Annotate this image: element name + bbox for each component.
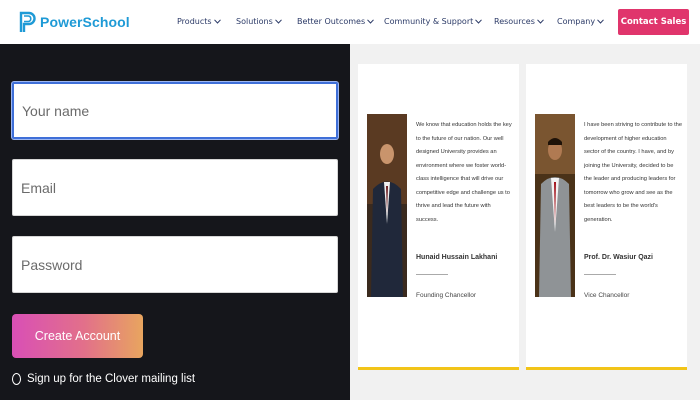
name-input[interactable]	[12, 82, 338, 139]
nav-item-label: Resources	[494, 17, 535, 26]
testimonial-card: I have been striving to contribute to th…	[526, 64, 687, 370]
chevron-down-icon	[367, 19, 374, 24]
person-photo	[367, 114, 407, 297]
nav-item-solutions[interactable]: Solutions	[236, 17, 282, 26]
nav-item-better-outcomes[interactable]: Better Outcomes	[297, 17, 374, 26]
nav-item-label: Better Outcomes	[297, 17, 366, 26]
mailing-list-label: Sign up for the Clover mailing list	[27, 373, 196, 385]
testimonial-name: Hunaid Hussain Lakhani	[416, 254, 498, 261]
nav-item-label: Community & Support	[384, 17, 474, 26]
testimonial-quote: We know that education holds the key to …	[416, 122, 512, 223]
testimonial-role: Vice Chancellor	[584, 292, 630, 299]
logo[interactable]: PowerSchool	[19, 10, 130, 34]
logo-text: PowerSchool	[40, 14, 130, 30]
nav-item-products[interactable]: Products	[177, 17, 221, 26]
nav-item-label: Products	[177, 17, 212, 26]
contact-sales-button[interactable]: Contact Sales	[618, 9, 689, 35]
testimonial-role: Founding Chancellor	[416, 292, 476, 299]
testimonial-card: We know that education holds the key to …	[358, 64, 519, 370]
chevron-down-icon	[274, 19, 282, 24]
nav-item-community-support[interactable]: Community & Support	[384, 17, 483, 26]
site-header: PowerSchool Products Solutions Better Ou…	[0, 0, 700, 44]
nav-item-company[interactable]: Company	[557, 17, 604, 26]
nav-item-resources[interactable]: Resources	[494, 17, 544, 26]
chevron-down-icon	[536, 19, 544, 24]
signup-panel: Create Account Sign up for the Clover ma…	[0, 44, 350, 400]
testimonial-name: Prof. Dr. Wasiur Qazi	[584, 254, 653, 261]
divider	[416, 274, 448, 275]
person-photo	[535, 114, 575, 297]
mailing-list-radio[interactable]	[12, 373, 21, 385]
testimonials-panel: We know that education holds the key to …	[350, 44, 700, 400]
mailing-list-optin[interactable]: Sign up for the Clover mailing list	[12, 373, 195, 385]
create-account-button[interactable]: Create Account	[12, 314, 143, 358]
chevron-down-icon	[475, 19, 483, 24]
divider	[584, 274, 616, 275]
testimonial-quote: I have been striving to contribute to th…	[584, 122, 683, 223]
chevron-down-icon	[213, 19, 221, 24]
nav-item-label: Solutions	[236, 17, 273, 26]
chevron-down-icon	[597, 19, 604, 24]
email-input[interactable]	[12, 159, 338, 216]
nav-item-label: Company	[557, 17, 596, 26]
powerschool-p-icon	[19, 11, 36, 32]
password-input[interactable]	[12, 236, 338, 293]
